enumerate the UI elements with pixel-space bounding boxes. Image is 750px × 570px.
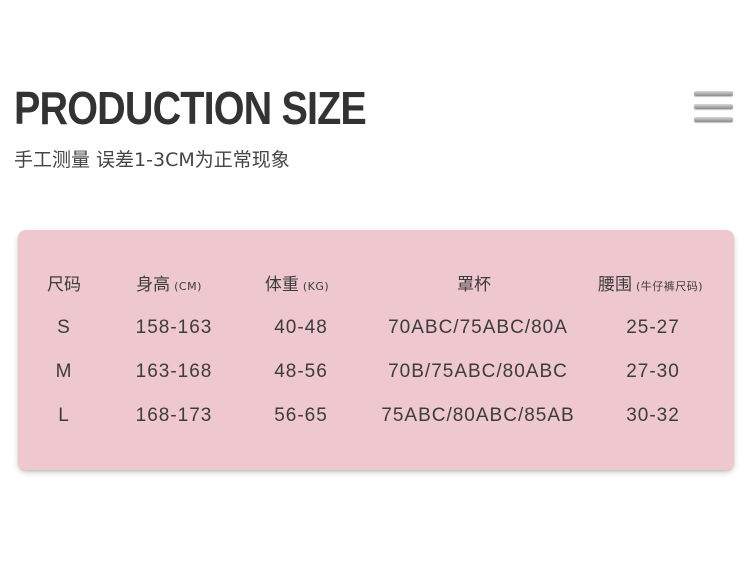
cell-cup: 75ABC/80ABC/85AB: [381, 405, 575, 426]
header-cup: 罩杯: [414, 273, 534, 297]
cell-waist: 30-32: [626, 405, 680, 426]
header-cup-label: 罩杯: [457, 275, 491, 295]
header-size: 尺码: [34, 273, 94, 297]
header-weight-unit: (KG): [302, 280, 330, 293]
menu-bar: [694, 91, 733, 96]
cell-weight: 56-65: [274, 405, 328, 426]
cell-waist: 25-27: [626, 317, 680, 338]
header-height-label: 身高: [136, 275, 171, 295]
header-waist-label: 腰围: [597, 275, 632, 295]
cell-size: L: [58, 405, 70, 426]
cell-weight: 40-48: [274, 317, 328, 338]
cell-cup: 70B/75ABC/80ABC: [388, 361, 568, 382]
header-weight-label: 体重: [264, 275, 299, 295]
cell-cup: 70ABC/75ABC/80A: [388, 317, 568, 338]
page-subtitle: 手工测量 误差1-3CM为正常现象: [14, 149, 290, 171]
menu-bar: [694, 117, 733, 122]
cell-height: 158-163: [135, 317, 213, 338]
hamburger-menu-icon[interactable]: [694, 91, 733, 123]
page-title: PRODUCTION SIZE: [14, 82, 367, 134]
cell-size: S: [57, 317, 71, 338]
header-height-unit: (CM): [174, 280, 202, 293]
cell-waist: 27-30: [626, 361, 680, 382]
header-size-label: 尺码: [47, 275, 81, 295]
header-waist: 腰围 (牛仔裤尺码): [578, 273, 723, 299]
menu-bar: [694, 104, 733, 109]
cell-size: M: [55, 361, 73, 382]
cell-height: 168-173: [135, 405, 213, 426]
header-waist-unit: (牛仔裤尺码): [635, 280, 704, 293]
size-table: 尺码 身高 (CM) 体重 (KG) 罩杯 腰围 (牛仔裤尺码) S 158-163 …: [18, 230, 734, 470]
cell-height: 163-168: [135, 361, 213, 382]
header-weight: 体重 (KG): [242, 273, 352, 299]
cell-weight: 48-56: [274, 361, 328, 382]
header-height: 身高 (CM): [114, 273, 224, 299]
